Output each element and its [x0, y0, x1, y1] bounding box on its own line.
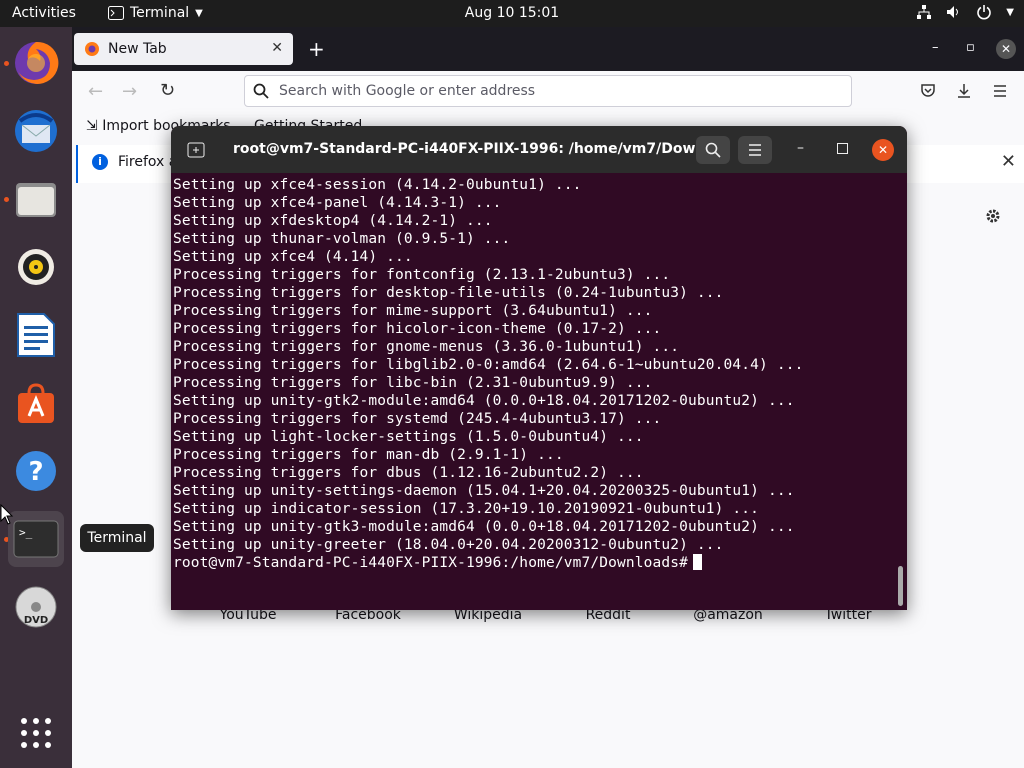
thunderbird-icon	[15, 110, 57, 152]
terminal-line: Setting up unity-settings-daemon (15.04.…	[173, 483, 795, 499]
dock-libreoffice-writer[interactable]	[8, 307, 64, 363]
dock-thunderbird[interactable]	[8, 103, 64, 159]
restore-button[interactable]: ▫	[966, 40, 975, 55]
svg-text:>_: >_	[19, 526, 33, 539]
terminal-line: Processing triggers for systemd (245.4-4…	[173, 411, 662, 427]
writer-icon	[17, 313, 55, 357]
url-placeholder: Search with Google or enter address	[279, 83, 536, 99]
app-grid-icon	[21, 718, 51, 748]
reload-button[interactable]: ↻	[160, 80, 175, 101]
terminal-line: Setting up xfce4-panel (4.14.3-1) ...	[173, 195, 502, 211]
caret-down-icon: ▼	[1006, 6, 1014, 18]
firefox-icon	[15, 41, 59, 84]
info-text: Firefox a	[118, 154, 178, 170]
volume-icon	[947, 6, 959, 18]
info-icon: i	[92, 154, 108, 170]
terminal-line: Setting up light-locker-settings (1.5.0-…	[173, 429, 644, 445]
search-icon	[705, 142, 721, 158]
dock: ? >_ DVD	[0, 27, 72, 768]
rhythmbox-icon	[18, 249, 54, 285]
search-icon	[253, 83, 269, 99]
app-menu-label: Terminal	[130, 5, 190, 21]
terminal-maximize-button[interactable]	[837, 143, 848, 154]
terminal-prompt: root@vm7-Standard-PC-i440FX-PIIX-1996:/h…	[173, 555, 689, 571]
terminal-line: Setting up thunar-volman (0.9.5-1) ...	[173, 231, 511, 247]
nav-bar: ← → ↻ Search with Google or enter addres…	[72, 71, 1024, 113]
terminal-window: root@vm7-Standard-PC-i440FX-PIIX-1996: /…	[171, 126, 907, 610]
terminal-line: Processing triggers for hicolor-icon-the…	[173, 321, 662, 337]
close-tab-icon[interactable]: ✕	[271, 40, 283, 56]
terminal-line: Processing triggers for desktop-file-uti…	[173, 285, 724, 301]
downloads-icon[interactable]	[956, 83, 972, 99]
dock-dvd[interactable]: DVD	[8, 579, 64, 635]
url-bar[interactable]: Search with Google or enter address	[244, 75, 852, 107]
new-tab-icon[interactable]	[187, 142, 205, 162]
terminal-line: Processing triggers for man-db (2.9.1-1)…	[173, 447, 564, 463]
terminal-line: Processing triggers for gnome-menus (3.3…	[173, 339, 680, 355]
terminal-menu-button[interactable]	[738, 136, 772, 164]
forward-button[interactable]: →	[122, 81, 137, 102]
mouse-cursor-icon	[0, 504, 14, 525]
terminal-output[interactable]: Setting up xfce4-session (4.14.2-0ubuntu…	[173, 176, 893, 610]
hamburger-icon	[749, 144, 761, 156]
firefox-favicon-icon	[85, 42, 99, 56]
terminal-search-button[interactable]	[696, 136, 730, 164]
close-info-icon[interactable]: ✕	[1001, 151, 1016, 172]
close-window-button[interactable]: ✕	[996, 39, 1016, 59]
menu-icon[interactable]	[992, 83, 1008, 99]
terminal-app-icon	[108, 6, 124, 20]
tab-title: New Tab	[108, 41, 167, 57]
clock[interactable]: Aug 10 15:01	[465, 5, 559, 21]
pocket-icon[interactable]	[920, 83, 936, 99]
new-tab-button[interactable]: +	[308, 37, 325, 61]
terminal-close-button[interactable]: ✕	[872, 139, 894, 161]
terminal-minimize-button[interactable]: –	[797, 140, 804, 156]
svg-text:?: ?	[28, 457, 43, 487]
dock-rhythmbox[interactable]	[8, 239, 64, 295]
dock-terminal[interactable]: >_	[8, 511, 64, 567]
terminal-line: Processing triggers for libc-bin (2.31-0…	[173, 375, 653, 391]
dock-ubuntu-software[interactable]	[8, 375, 64, 431]
gear-icon[interactable]	[985, 208, 1001, 224]
top-bar: Activities Terminal ▼ Aug 10 15:01 ▼	[0, 0, 1024, 27]
system-tray[interactable]: ▼	[916, 4, 1014, 20]
dock-help[interactable]: ?	[8, 443, 64, 499]
network-icon	[917, 5, 932, 19]
files-icon	[16, 183, 56, 217]
text-cursor	[693, 554, 703, 570]
caret-down-icon: ▼	[195, 7, 203, 19]
terminal-header-bar: root@vm7-Standard-PC-i440FX-PIIX-1996: /…	[171, 126, 907, 173]
help-icon: ?	[16, 451, 56, 491]
terminal-line: Processing triggers for mime-support (3.…	[173, 303, 653, 319]
terminal-line: Processing triggers for dbus (1.12.16-2u…	[173, 465, 644, 481]
activities-button[interactable]: Activities	[12, 5, 76, 21]
terminal-line: Setting up xfdesktop4 (4.14.2-1) ...	[173, 213, 493, 229]
software-icon	[18, 383, 54, 423]
tab-bar: New Tab ✕ + – ▫ ✕	[72, 27, 1024, 71]
terminal-line: Setting up indicator-session (17.3.20+19…	[173, 501, 760, 517]
terminal-line: Processing triggers for libglib2.0-0:amd…	[173, 357, 804, 373]
terminal-line: Setting up xfce4-session (4.14.2-0ubuntu…	[173, 177, 582, 193]
terminal-line: Processing triggers for fontconfig (2.13…	[173, 267, 671, 283]
power-icon	[977, 5, 992, 20]
terminal-title: root@vm7-Standard-PC-i440FX-PIIX-1996: /…	[233, 141, 727, 157]
app-menu[interactable]: Terminal ▼	[108, 5, 203, 21]
terminal-line: Setting up unity-greeter (18.04.0+20.04.…	[173, 537, 724, 553]
terminal-line: Setting up unity-gtk2-module:amd64 (0.0.…	[173, 393, 795, 409]
show-applications-button[interactable]	[8, 705, 64, 761]
dock-tooltip: Terminal	[80, 524, 154, 552]
terminal-scrollbar[interactable]	[898, 566, 903, 606]
svg-text:DVD: DVD	[24, 615, 48, 626]
dock-firefox[interactable]	[8, 35, 64, 91]
terminal-line: Setting up xfce4 (4.14) ...	[173, 249, 413, 265]
dock-files[interactable]	[8, 171, 64, 227]
terminal-icon: >_	[13, 520, 59, 558]
terminal-line: Setting up unity-gtk3-module:amd64 (0.0.…	[173, 519, 795, 535]
minimize-button[interactable]: –	[932, 40, 939, 55]
terminal-prompt-line[interactable]: root@vm7-Standard-PC-i440FX-PIIX-1996:/h…	[173, 554, 893, 572]
dvd-icon: DVD	[15, 586, 57, 628]
tab-new-tab[interactable]: New Tab ✕	[74, 33, 293, 65]
back-button[interactable]: ←	[88, 81, 103, 102]
